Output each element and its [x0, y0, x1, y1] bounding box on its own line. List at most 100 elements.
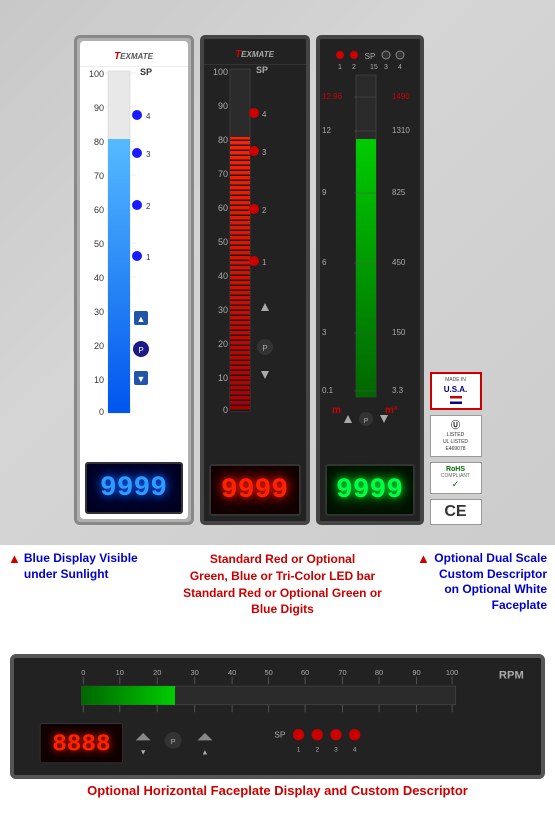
svg-text:70: 70 — [93, 171, 103, 181]
svg-text:2: 2 — [262, 206, 267, 215]
svg-text:50: 50 — [264, 668, 272, 677]
svg-text:m: m — [332, 405, 341, 416]
svg-text:825: 825 — [392, 188, 406, 197]
meter1-display: 9999 — [100, 473, 167, 504]
svg-text:1: 1 — [297, 747, 301, 754]
rohs-label: RoHS — [435, 466, 477, 473]
svg-text:▼: ▼ — [139, 747, 146, 756]
svg-text:SP: SP — [140, 67, 152, 77]
svg-text:80: 80 — [217, 135, 227, 145]
svg-text:100: 100 — [212, 67, 227, 77]
svg-text:1: 1 — [262, 258, 267, 267]
svg-text:SP: SP — [256, 65, 268, 75]
svg-text:2: 2 — [315, 747, 319, 754]
svg-text:P: P — [171, 737, 176, 746]
svg-text:0: 0 — [98, 407, 103, 417]
svg-text:10: 10 — [217, 373, 227, 383]
ul-listed-label: LISTED — [435, 432, 477, 439]
svg-text:50: 50 — [93, 239, 103, 249]
cert-section: MADE IN U.S.A. Ⓤ LISTED UL LISTED E46907… — [430, 252, 482, 525]
annotation-center: Standard Red or Optional Green, Blue or … — [183, 551, 383, 618]
svg-text:450: 450 — [392, 258, 406, 267]
svg-text:▲: ▲ — [201, 747, 208, 756]
svg-text:RPM: RPM — [499, 670, 524, 682]
page-wrapper: TEXMATE 100 90 80 — [0, 0, 555, 826]
horizontal-meter: 0 10 20 30 40 50 60 70 80 90 100 RPM — [10, 654, 545, 779]
ul-number: UL LISTED E469078 — [435, 439, 477, 453]
svg-text:1: 1 — [146, 253, 151, 262]
svg-text:12.96: 12.96 — [322, 92, 343, 101]
annotations-section: ▲ Blue Display Visible under Sunlight St… — [0, 545, 555, 624]
svg-text:0.1: 0.1 — [322, 386, 334, 395]
svg-text:0: 0 — [222, 405, 227, 415]
svg-text:80: 80 — [93, 137, 103, 147]
meter3-display: 9999 — [336, 475, 403, 506]
svg-text:4: 4 — [146, 112, 151, 121]
svg-text:60: 60 — [301, 668, 309, 677]
svg-text:1: 1 — [338, 64, 342, 71]
svg-text:70: 70 — [217, 169, 227, 179]
right-annotation-text: Optional Dual Scale Custom Descriptor on… — [433, 551, 547, 613]
svg-text:60: 60 — [93, 205, 103, 215]
horizontal-meter-section: 0 10 20 30 40 50 60 70 80 90 100 RPM — [10, 654, 545, 798]
svg-text:40: 40 — [228, 668, 236, 677]
svg-text:3: 3 — [384, 64, 388, 71]
svg-text:90: 90 — [217, 101, 227, 111]
check-icon: ✓ — [435, 479, 477, 490]
svg-text:10: 10 — [116, 668, 124, 677]
left-annotation-text: Blue Display Visible under Sunlight — [24, 551, 148, 582]
svg-text:P: P — [138, 346, 143, 355]
svg-text:▼: ▼ — [136, 374, 145, 384]
svg-text:3.3: 3.3 — [392, 386, 404, 395]
svg-text:0: 0 — [81, 668, 85, 677]
meter1-bar-svg: 100 90 80 70 60 — [82, 63, 188, 423]
meter-2: TEXMATE 100 90 80 70 60 50 40 30 20 10 0 — [200, 35, 310, 525]
product-image-area: TEXMATE 100 90 80 — [0, 0, 555, 545]
svg-text:3: 3 — [262, 148, 267, 157]
svg-text:60: 60 — [217, 203, 227, 213]
svg-text:90: 90 — [412, 668, 420, 677]
svg-text:2: 2 — [146, 202, 151, 211]
meter2-display: 9999 — [221, 475, 288, 506]
svg-text:100: 100 — [88, 69, 103, 79]
svg-text:P: P — [363, 418, 368, 425]
svg-text:3: 3 — [334, 747, 338, 754]
annotation-right: ▲ Optional Dual Scale Custom Descriptor … — [417, 551, 547, 613]
center-annotation-line1: Standard Red or Optional — [183, 551, 383, 568]
made-in-label: MADE IN — [436, 377, 476, 384]
svg-text:12: 12 — [322, 126, 331, 135]
svg-text:P: P — [262, 344, 267, 353]
svg-text:8888: 8888 — [52, 732, 110, 759]
svg-text:6: 6 — [322, 258, 327, 267]
meter-1: TEXMATE 100 90 80 — [74, 35, 194, 525]
svg-text:20: 20 — [153, 668, 161, 677]
svg-text:4: 4 — [398, 64, 402, 71]
right-arrow-icon: ▲ — [417, 551, 430, 566]
svg-text:20: 20 — [217, 339, 227, 349]
svg-text:m³: m³ — [385, 405, 398, 416]
svg-text:40: 40 — [217, 271, 227, 281]
horizontal-bar-svg: 0 10 20 30 40 50 60 70 80 90 100 RPM — [14, 658, 541, 775]
left-arrow-icon: ▲ — [8, 551, 21, 566]
ul-circle: Ⓤ — [435, 419, 477, 432]
svg-text:80: 80 — [375, 668, 383, 677]
svg-text:▲: ▲ — [136, 314, 145, 324]
svg-text:100: 100 — [446, 668, 458, 677]
svg-text:4: 4 — [353, 747, 357, 754]
svg-text:9: 9 — [322, 188, 327, 197]
svg-text:70: 70 — [338, 668, 346, 677]
center-annotation-line3: Standard Red or Optional Green or Blue D… — [183, 585, 383, 619]
svg-text:90: 90 — [93, 103, 103, 113]
svg-text:150: 150 — [392, 328, 406, 337]
svg-text:30: 30 — [93, 307, 103, 317]
center-annotation-line2: Green, Blue or Tri-Color LED bar — [183, 568, 383, 585]
svg-text:SP: SP — [364, 52, 375, 61]
svg-text:30: 30 — [191, 668, 199, 677]
svg-text:SP: SP — [274, 730, 286, 740]
svg-text:10: 10 — [93, 375, 103, 385]
meters-container: TEXMATE 100 90 80 — [64, 0, 492, 545]
meter2-bar-svg: 100 90 80 70 60 50 40 30 20 10 0 — [206, 61, 312, 421]
svg-text:40: 40 — [93, 273, 103, 283]
svg-text:1490: 1490 — [392, 92, 410, 101]
usa-label: U.S.A. — [436, 384, 476, 395]
